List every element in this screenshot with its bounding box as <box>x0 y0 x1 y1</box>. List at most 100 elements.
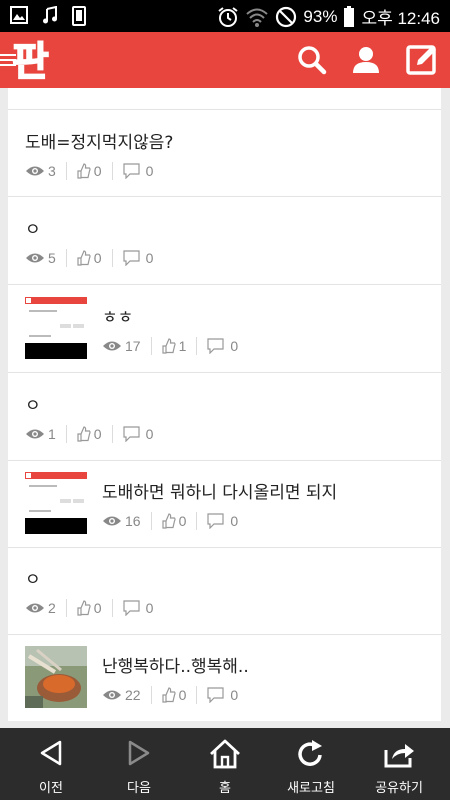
comment-icon <box>122 163 140 179</box>
forward-label: 다음 <box>127 781 151 796</box>
post-title: 도배=정지먹지않음? <box>25 133 174 153</box>
like-count: 1 <box>178 338 187 354</box>
post-title: ㅇ <box>25 220 41 240</box>
like-count: 0 <box>93 163 102 179</box>
view-count: 22 <box>125 687 141 703</box>
share-icon <box>384 744 414 768</box>
comment-icon <box>207 687 224 703</box>
view-count: 16 <box>125 513 141 529</box>
status-right: 93% 오후 12:46 <box>217 4 440 29</box>
home-icon <box>210 739 240 769</box>
eye-icon <box>103 516 121 526</box>
eye-icon <box>26 253 44 263</box>
forward-button[interactable]: 다음 <box>94 728 184 800</box>
list-item[interactable]: ㅎㅎ 17 1 0 <box>8 285 441 373</box>
music-notification-icon <box>43 6 57 24</box>
like-icon <box>77 600 91 616</box>
write-post-icon[interactable] <box>404 42 440 78</box>
post-meta: 5 0 0 <box>25 249 153 267</box>
eye-icon <box>26 429 44 439</box>
share-label: 공유하기 <box>375 781 423 796</box>
view-count: 3 <box>48 163 56 179</box>
back-label: 이전 <box>39 781 63 796</box>
comment-icon <box>207 338 224 354</box>
comment-count: 0 <box>230 513 239 529</box>
like-icon <box>77 250 91 266</box>
list-item-partial[interactable] <box>8 88 441 110</box>
like-count: 0 <box>93 426 102 442</box>
device-notification-icon <box>72 6 86 26</box>
battery-percent: 93% <box>303 6 338 26</box>
post-meta: 2 0 0 <box>25 599 153 617</box>
forward-arrow-icon <box>128 740 150 766</box>
like-icon <box>161 687 176 703</box>
refresh-button[interactable]: 새로고침 <box>266 728 356 800</box>
post-meta: 22 0 0 <box>102 686 238 704</box>
comment-count: 0 <box>145 250 154 266</box>
post-meta: 3 0 0 <box>25 162 153 180</box>
screenshot-thumbnail-icon <box>25 472 87 534</box>
like-icon <box>77 163 91 179</box>
comment-count: 0 <box>145 163 154 179</box>
comment-icon <box>122 426 140 442</box>
list-item[interactable]: 도배=정지먹지않음? 3 0 0 <box>8 110 441 197</box>
eye-icon <box>26 603 44 613</box>
like-icon <box>77 426 91 442</box>
comment-icon <box>122 250 140 266</box>
list-item[interactable]: ㅇ 1 0 0 <box>8 373 441 461</box>
app-bar: 판 <box>0 32 450 88</box>
post-title: ㅎㅎ <box>102 308 134 328</box>
comment-icon <box>122 600 140 616</box>
comment-count: 0 <box>230 338 239 354</box>
home-label: 홈 <box>219 781 231 796</box>
alarm-icon <box>218 6 239 27</box>
screenshot-thumbnail-icon <box>25 297 87 359</box>
post-title: 난행복하다..행복해.. <box>102 657 249 677</box>
post-meta: 1 0 0 <box>25 425 153 443</box>
profile-icon[interactable] <box>348 42 384 78</box>
post-meta: 17 1 0 <box>102 337 238 355</box>
do-not-disturb-icon <box>276 6 297 27</box>
gallery-notification-icon <box>10 6 28 24</box>
list-item[interactable]: 난행복하다..행복해.. 22 0 0 <box>8 634 441 721</box>
refresh-label: 새로고침 <box>287 781 335 796</box>
wifi-icon <box>246 8 269 27</box>
battery-icon <box>344 5 355 27</box>
list-item[interactable]: 도배하면 뭐하니 다시올리면 되지 16 0 0 <box>8 460 441 548</box>
back-button[interactable]: 이전 <box>6 728 96 800</box>
post-thumbnail <box>25 297 87 359</box>
comment-count: 0 <box>230 687 239 703</box>
like-icon <box>161 338 176 354</box>
like-icon <box>161 513 176 529</box>
post-thumbnail <box>25 646 87 708</box>
back-arrow-icon <box>40 740 62 766</box>
app-logo-text: 판 <box>12 39 49 83</box>
post-title: ㅇ <box>25 570 41 590</box>
view-count: 5 <box>48 250 56 266</box>
bottom-nav: 이전 다음 홈 새로고침 공유하기 <box>0 728 450 800</box>
like-count: 0 <box>93 250 102 266</box>
post-thumbnail <box>25 472 87 534</box>
view-count: 2 <box>48 600 56 616</box>
post-list: 도배=정지먹지않음? 3 0 0 ㅇ 5 0 0 ㅎㅎ 17 1 0 ㅇ 1 0… <box>8 88 441 721</box>
post-meta: 16 0 0 <box>102 512 238 530</box>
refresh-icon <box>298 740 322 766</box>
comment-count: 0 <box>145 600 154 616</box>
comment-icon <box>207 513 224 529</box>
view-count: 1 <box>48 426 56 442</box>
food-photo-thumbnail-icon <box>25 646 87 708</box>
view-count: 17 <box>125 338 141 354</box>
search-icon[interactable] <box>294 42 330 78</box>
eye-icon <box>26 166 44 176</box>
comment-count: 0 <box>145 426 154 442</box>
like-count: 0 <box>178 513 187 529</box>
list-item[interactable]: ㅇ 5 0 0 <box>8 197 441 285</box>
share-button[interactable]: 공유하기 <box>354 728 444 800</box>
app-logo[interactable]: 판 <box>10 35 60 83</box>
post-title: 도배하면 뭐하니 다시올리면 되지 <box>102 483 338 503</box>
clock: 오후 12:46 <box>361 9 440 28</box>
status-bar: 93% 오후 12:46 <box>0 0 450 32</box>
home-button[interactable]: 홈 <box>180 728 270 800</box>
like-count: 0 <box>93 600 102 616</box>
list-item[interactable]: ㅇ 2 0 0 <box>8 547 441 635</box>
